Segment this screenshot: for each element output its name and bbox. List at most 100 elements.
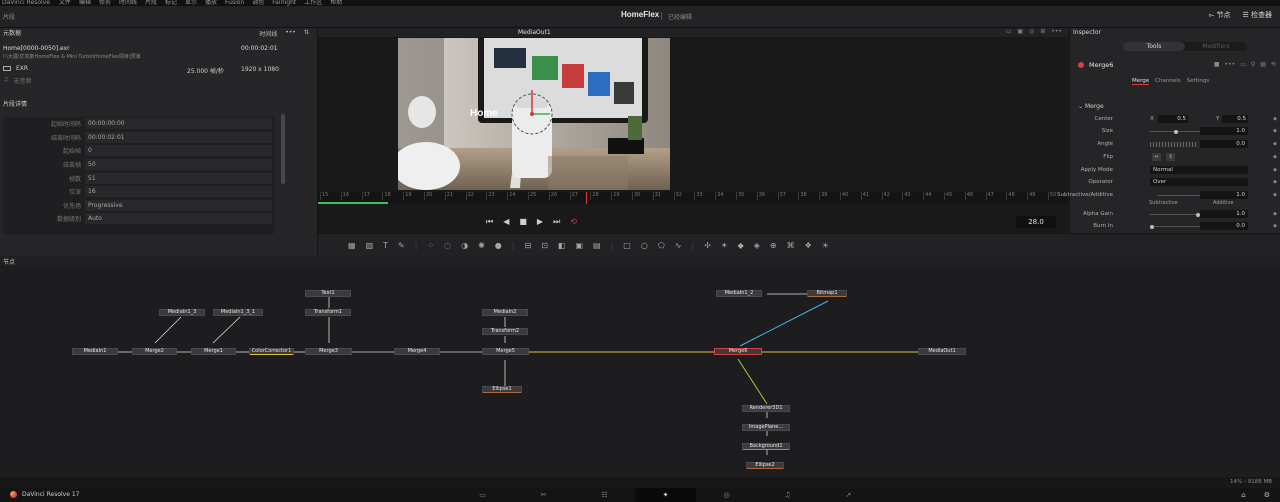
- image-tool-icon[interactable]: ▨: [366, 241, 374, 250]
- node-color-icon[interactable]: ■: [1214, 61, 1220, 68]
- param-subadd-field[interactable]: 1.0: [1200, 191, 1248, 199]
- planar-tool-icon[interactable]: ✶: [721, 241, 728, 250]
- node-mediaout1[interactable]: MediaOut1: [918, 348, 966, 355]
- page-media-icon[interactable]: ▭: [452, 488, 513, 502]
- node-text1[interactable]: Text1: [305, 290, 351, 297]
- keyframe-icon[interactable]: ◆: [1273, 192, 1277, 198]
- node-merge5[interactable]: Merge5: [482, 348, 529, 355]
- keyframe-icon[interactable]: ◆: [1273, 128, 1277, 134]
- node-colorcorrector1[interactable]: ColorCorrector1: [249, 348, 294, 355]
- node-transform1[interactable]: Transform1: [305, 309, 351, 316]
- pin-icon[interactable]: ⚲: [1251, 61, 1255, 68]
- home-icon[interactable]: ⌂: [1241, 491, 1245, 499]
- tab-settings[interactable]: Settings: [1187, 78, 1210, 85]
- node-merge3[interactable]: Merge3: [305, 348, 352, 355]
- viewer-zoom-icon[interactable]: ▣: [1017, 28, 1023, 35]
- reset-icon[interactable]: ⟲: [1271, 61, 1276, 68]
- color-tool-icon[interactable]: ◑: [461, 241, 468, 250]
- detail-value[interactable]: 16: [85, 186, 272, 198]
- light3d-tool-icon[interactable]: ☀: [822, 241, 829, 250]
- page-edit-icon[interactable]: ☷: [574, 488, 635, 502]
- node-mediain1-3-1[interactable]: MediaIn1_3_1: [213, 309, 263, 316]
- matte-tool-icon[interactable]: ◧: [558, 241, 566, 250]
- param-size-field[interactable]: 1.0: [1200, 127, 1248, 135]
- version-icon[interactable]: ▭: [1240, 61, 1246, 68]
- node-mediain1[interactable]: MediaIn1: [72, 348, 118, 355]
- stop-icon[interactable]: ■: [519, 217, 527, 227]
- detail-value[interactable]: 51: [85, 172, 272, 184]
- node-editor[interactable]: 节点 MediaIn1 MediaIn1_3 MediaIn1_3_1 Merg…: [0, 256, 1280, 477]
- flip-vertical-icon[interactable]: ↕: [1166, 153, 1175, 161]
- lock-icon[interactable]: ▤: [1260, 61, 1266, 68]
- merge3d-tool-icon[interactable]: ⊕: [770, 241, 777, 250]
- node-merge1[interactable]: Merge1: [191, 348, 236, 355]
- apply-mode-select[interactable]: Normal: [1150, 166, 1248, 174]
- viewer-roi-icon[interactable]: ◎: [1029, 28, 1034, 35]
- param-center-y-field[interactable]: 0.5: [1222, 115, 1248, 123]
- keyframe-icon[interactable]: ◆: [1273, 179, 1277, 185]
- slider-knob[interactable]: [1174, 129, 1178, 134]
- tab-channels[interactable]: Channels: [1155, 78, 1180, 85]
- keyframe-icon[interactable]: ◆: [1273, 116, 1277, 122]
- param-center-x-field[interactable]: 0.5: [1158, 115, 1188, 123]
- clips-toggle[interactable]: 片段: [3, 12, 15, 21]
- node-bitmap1[interactable]: Bitmap1: [807, 290, 847, 297]
- go-to-end-icon[interactable]: ⏭: [553, 217, 560, 227]
- node-renderer3d1[interactable]: Renderer3D1: [742, 405, 790, 412]
- page-color-icon[interactable]: ◎: [696, 488, 757, 502]
- detail-value[interactable]: 50: [85, 159, 272, 171]
- go-to-start-icon[interactable]: ⏮: [486, 217, 493, 227]
- node-ellipse1[interactable]: Ellipse1: [482, 386, 522, 393]
- keyframe-icon[interactable]: ◆: [1273, 223, 1277, 229]
- keyframe-icon[interactable]: ◆: [1273, 211, 1277, 217]
- more-options-icon[interactable]: •••: [285, 29, 296, 38]
- saver-tool-icon[interactable]: ▤: [593, 241, 601, 250]
- detail-value[interactable]: Auto: [85, 213, 272, 225]
- viewer-layout-icon[interactable]: ▭: [1006, 28, 1012, 35]
- rectangle-mask-icon[interactable]: □: [623, 241, 631, 250]
- operator-select[interactable]: Over: [1150, 178, 1248, 186]
- viewer-options-icon[interactable]: •••: [1051, 28, 1062, 35]
- tab-modifiers[interactable]: Modifiers: [1185, 42, 1247, 51]
- renderer3d-tool-icon[interactable]: ❖: [805, 241, 812, 250]
- node-imageplane[interactable]: ImagePlane...: [742, 424, 790, 431]
- tracker-tool-icon[interactable]: ✢: [704, 241, 711, 250]
- viewer-image[interactable]: Home: [398, 38, 670, 190]
- page-fusion-icon[interactable]: ✦: [635, 488, 696, 502]
- background-tool-icon[interactable]: ▦: [348, 241, 356, 250]
- play-reverse-icon[interactable]: ◀: [503, 217, 509, 227]
- text3d-tool-icon[interactable]: ◈: [754, 241, 760, 250]
- page-deliver-icon[interactable]: ➚: [818, 488, 879, 502]
- detail-value[interactable]: 00:00:00:00: [85, 118, 272, 130]
- node-options-icon[interactable]: •••: [1225, 61, 1236, 68]
- timeline-label[interactable]: 时间线: [259, 29, 277, 38]
- inspector-toggle-button[interactable]: ☰ 检查器: [1242, 10, 1272, 20]
- blur-tool-icon[interactable]: ◌: [444, 241, 451, 250]
- channel-tool-icon[interactable]: ●: [495, 241, 502, 250]
- keyframe-icon[interactable]: ◆: [1273, 141, 1277, 147]
- detail-value[interactable]: Progressive: [85, 199, 272, 211]
- detail-value[interactable]: 0: [85, 145, 272, 157]
- keyframe-icon[interactable]: ◆: [1273, 167, 1277, 173]
- nodes-toggle-button[interactable]: ⟜ 节点: [1209, 10, 1231, 20]
- merge-tool-icon[interactable]: ⊟: [524, 241, 531, 250]
- flip-horizontal-icon[interactable]: ↔: [1152, 153, 1161, 161]
- node-merge6[interactable]: Merge6: [714, 348, 762, 355]
- detail-value[interactable]: 00:00:02:01: [85, 131, 272, 143]
- shape3d-tool-icon[interactable]: ◆: [738, 241, 744, 250]
- tab-tools[interactable]: Tools: [1123, 42, 1185, 51]
- tab-merge[interactable]: Merge: [1132, 78, 1150, 85]
- polygon-mask-icon[interactable]: ⬠: [658, 241, 665, 250]
- brightness-tool-icon[interactable]: ✺: [478, 241, 485, 250]
- burn-slider[interactable]: [1150, 224, 1200, 229]
- settings-icon[interactable]: ⚙: [1264, 491, 1270, 499]
- playhead[interactable]: [586, 192, 587, 204]
- param-burn-field[interactable]: 0.0: [1200, 222, 1248, 230]
- loader-tool-icon[interactable]: ▣: [575, 241, 583, 250]
- play-icon[interactable]: ▶: [537, 217, 543, 227]
- node-merge4[interactable]: Merge4: [394, 348, 440, 355]
- node-background1[interactable]: Background1: [742, 443, 790, 450]
- sort-icon[interactable]: ⇅: [304, 29, 309, 38]
- viewer-channel-icon[interactable]: ⊞: [1040, 28, 1045, 35]
- param-alpha-field[interactable]: 1.0: [1200, 210, 1248, 218]
